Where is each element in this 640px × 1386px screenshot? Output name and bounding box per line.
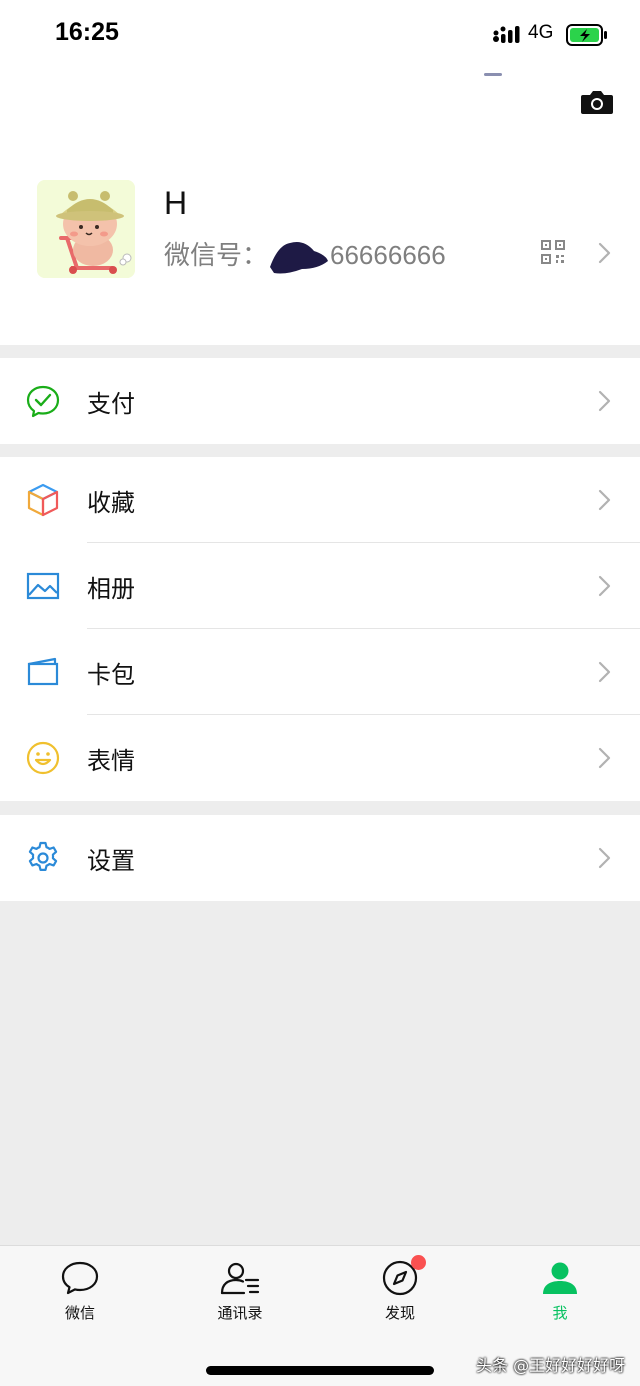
chevron-right-icon[interactable] (598, 242, 612, 264)
pay-icon (26, 385, 60, 418)
wechat-id-row: 微信号： 66666666 (164, 235, 446, 275)
tab-label-chats: 微信 (64, 1304, 95, 1322)
menu-item-album[interactable]: 相册 (0, 543, 640, 629)
chevron-right-icon (598, 489, 611, 511)
notification-badge (411, 1255, 426, 1270)
watermark-text: 头条 @王好好好好呀 (476, 1356, 626, 1375)
camera-icon[interactable] (580, 88, 614, 116)
battery-icon (566, 24, 607, 46)
chevron-right-icon (598, 390, 611, 412)
menu-label-pay: 支付 (87, 390, 135, 418)
profile-header[interactable]: H 微信号： 66666666 (0, 70, 640, 345)
redaction-scribble (270, 241, 329, 273)
status-time: 16:25 (55, 18, 119, 46)
tab-label-contacts: 通讯录 (217, 1304, 263, 1322)
person-icon (543, 1262, 577, 1294)
chat-bubble-icon (61, 1261, 99, 1295)
menu-item-pay[interactable]: 支付 (0, 358, 640, 444)
avatar[interactable] (37, 180, 135, 278)
chevron-right-icon (598, 747, 611, 769)
smiley-icon (26, 741, 60, 775)
chevron-right-icon (598, 575, 611, 597)
menu-item-cards[interactable]: 卡包 (0, 629, 640, 715)
menu-label-cards: 卡包 (87, 661, 135, 689)
tab-me[interactable]: 我 (510, 1260, 610, 1323)
album-image-icon (26, 572, 60, 600)
menu-item-stickers[interactable]: 表情 (0, 715, 640, 801)
menu-group-main: 收藏 相册 卡包 表情 (0, 457, 640, 801)
menu-group-settings: 设置 (0, 815, 640, 901)
bottom-tab-bar: 微信 通讯录 发现 我 头条 @王好好好好呀 (0, 1245, 640, 1386)
menu-label-favorites: 收藏 (87, 489, 135, 517)
home-indicator (206, 1366, 434, 1375)
favorites-cube-icon (27, 483, 59, 517)
menu-item-settings[interactable]: 设置 (0, 815, 640, 901)
network-type: 4G (528, 22, 554, 43)
tab-label-me: 我 (552, 1304, 568, 1322)
tab-contacts[interactable]: 通讯录 (190, 1260, 290, 1323)
menu-label-stickers: 表情 (87, 747, 135, 775)
tab-chats[interactable]: 微信 (30, 1260, 130, 1323)
gear-icon (28, 841, 58, 871)
status-bar: 16:25 4G (0, 0, 640, 70)
menu-label-settings: 设置 (87, 847, 135, 875)
avatar-bear-image (37, 180, 135, 278)
menu-item-favorites[interactable]: 收藏 (0, 457, 640, 543)
tab-label-discover: 发现 (384, 1304, 415, 1322)
menu-label-album: 相册 (87, 575, 135, 603)
qr-code-icon[interactable] (541, 240, 565, 264)
wechat-id-value: 66666666 (330, 240, 446, 270)
chevron-right-icon (598, 847, 611, 869)
tab-discover[interactable]: 发现 (350, 1260, 450, 1323)
nickname: H (164, 185, 188, 221)
menu-group-pay: 支付 (0, 358, 640, 444)
wechat-id-label: 微信号： (164, 241, 269, 271)
scroll-handle (484, 73, 502, 76)
contacts-icon (220, 1262, 260, 1295)
signal-icon (493, 26, 520, 43)
chevron-right-icon (598, 661, 611, 683)
wallet-icon (27, 657, 59, 686)
